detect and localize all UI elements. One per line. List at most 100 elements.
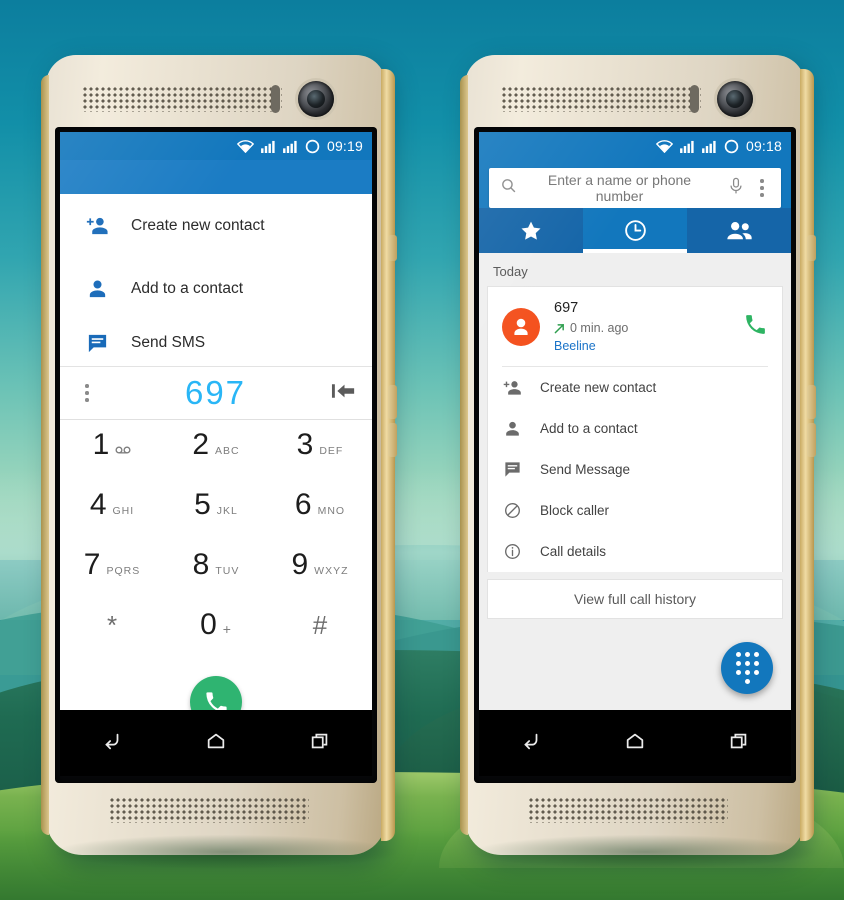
dialpad-row: 7 PQRS 8 TUV 9 WXYZ — [60, 550, 372, 610]
volume-up-button[interactable] — [807, 385, 816, 419]
key-number: 4 — [89, 488, 107, 521]
action-item-call-details[interactable]: Call details — [488, 531, 782, 572]
dialpad-key-7[interactable]: 7 PQRS — [60, 550, 164, 610]
active-tab-indicator — [583, 249, 687, 253]
search-icon — [500, 177, 517, 199]
dialpad-row: * 0 + # — [60, 610, 372, 670]
earpiece-speaker-grille — [82, 86, 282, 112]
key-number: * — [106, 610, 118, 640]
tab-recents[interactable] — [583, 208, 687, 253]
dialpad-row: 1 2 ABC 3 DEF — [60, 430, 372, 490]
person-add-icon — [502, 378, 522, 397]
action-item-label: Send Message — [540, 462, 631, 478]
action-item-add-to-a-contact[interactable]: Add to a contact — [488, 408, 782, 449]
key-number: 9 — [291, 548, 309, 581]
clock-icon — [624, 220, 646, 241]
battery-icon — [305, 139, 320, 153]
tab-bar — [479, 208, 791, 253]
home-icon[interactable] — [624, 730, 646, 757]
dialpad-key-2[interactable]: 2 ABC — [164, 430, 268, 490]
home-icon[interactable] — [205, 730, 227, 757]
dialpad-key-4[interactable]: 4 GHI — [60, 490, 164, 550]
view-full-call-history-button[interactable]: View full call history — [487, 579, 783, 620]
block-icon — [502, 501, 522, 520]
message-icon — [86, 332, 109, 355]
dialpad-icon — [735, 652, 759, 684]
phone-body: 09:18 Enter a name or phone number Today… — [460, 55, 816, 869]
screen-bezel: 09:19 Create new contact Add to a contac… — [55, 127, 377, 783]
outgoing-call-arrow — [554, 323, 564, 333]
key-number: 2 — [192, 428, 210, 461]
key-subtext: ABC — [215, 445, 240, 457]
action-item-create-new-contact[interactable]: Create new contact — [488, 367, 782, 408]
dialpad-key-hash[interactable]: # — [268, 610, 372, 670]
dialpad-fab[interactable] — [721, 642, 773, 694]
key-number: 0 — [200, 608, 217, 641]
action-item-send-message[interactable]: Send Message — [488, 449, 782, 490]
key-number: 6 — [294, 488, 312, 521]
power-button[interactable] — [807, 235, 816, 261]
signal-icon — [261, 140, 275, 153]
key-number: 8 — [192, 548, 210, 581]
dialpad-key-1[interactable]: 1 — [60, 430, 164, 490]
dialpad-key-3[interactable]: 3 DEF — [268, 430, 372, 490]
call-button-row — [60, 670, 372, 710]
power-button[interactable] — [388, 235, 397, 261]
dialpad-key-star[interactable]: * — [60, 610, 164, 670]
battery-icon — [724, 139, 739, 153]
dialpad-key-9[interactable]: 9 WXYZ — [268, 550, 372, 610]
app-bar — [60, 160, 372, 194]
back-icon[interactable] — [101, 730, 123, 757]
action-item-label: Send SMS — [131, 334, 206, 351]
volume-down-button[interactable] — [807, 423, 816, 457]
dialpad-key-6[interactable]: 6 MNO — [268, 490, 372, 550]
key-subtext: WXYZ — [314, 565, 349, 577]
phone-call-icon — [205, 691, 227, 710]
contacts-icon — [726, 221, 752, 239]
kebab-menu-icon[interactable] — [754, 179, 770, 197]
key-subtext: + — [222, 621, 232, 637]
dialed-number[interactable]: 697 — [100, 374, 331, 412]
bottom-speaker-grille — [528, 797, 729, 823]
key-subtext: PQRS — [106, 565, 141, 577]
call-entry-carrier: Beeline — [554, 339, 596, 354]
key-subtext: MNO — [317, 505, 346, 517]
call-back-button[interactable] — [743, 312, 768, 342]
key-subtext: DEF — [319, 445, 344, 457]
action-item-label: Block caller — [540, 503, 610, 519]
status-bar-time: 09:18 — [745, 138, 782, 154]
search-input[interactable]: Enter a name or phone number — [527, 172, 718, 204]
back-icon[interactable] — [520, 730, 542, 757]
app-bar: Enter a name or phone number — [479, 160, 791, 208]
action-item-send-sms[interactable]: Send SMS — [60, 320, 372, 366]
action-item-add-to-a-contact[interactable]: Add to a contact — [60, 257, 372, 320]
history-button-label: View full call history — [574, 591, 696, 608]
backspace-icon[interactable] — [331, 381, 358, 406]
dialpad-key-8[interactable]: 8 TUV — [164, 550, 268, 610]
action-item-label: Create new contact — [131, 216, 265, 234]
search-bar[interactable]: Enter a name or phone number — [489, 168, 781, 208]
dialpad-key-0[interactable]: 0 + — [164, 610, 268, 670]
microphone-icon[interactable] — [728, 177, 744, 200]
call-log-card: 697 0 min. ago Beeline Create new contac… — [487, 286, 783, 573]
phone-shadow — [475, 835, 815, 869]
recents-icon[interactable] — [728, 730, 750, 757]
action-item-block-caller[interactable]: Block caller — [488, 490, 782, 531]
kebab-menu-icon[interactable] — [74, 384, 100, 402]
key-subtext: JKL — [216, 505, 238, 517]
call-entry-time: 0 min. ago — [554, 319, 729, 337]
key-number: 7 — [83, 548, 101, 581]
tab-favorites[interactable] — [479, 208, 583, 253]
signal-icon — [702, 140, 716, 153]
call-button[interactable] — [190, 676, 242, 710]
recents-icon[interactable] — [309, 730, 331, 757]
action-item-label: Call details — [540, 544, 607, 560]
volume-down-button[interactable] — [388, 423, 397, 457]
tab-contacts[interactable] — [687, 208, 791, 253]
volume-up-button[interactable] — [388, 385, 397, 419]
key-subtext — [115, 445, 131, 457]
call-log-entry[interactable]: 697 0 min. ago Beeline — [488, 287, 782, 366]
dialpad-key-5[interactable]: 5 JKL — [164, 490, 268, 550]
action-item-create-new-contact[interactable]: Create new contact — [60, 194, 372, 257]
key-subtext: GHI — [112, 505, 135, 517]
